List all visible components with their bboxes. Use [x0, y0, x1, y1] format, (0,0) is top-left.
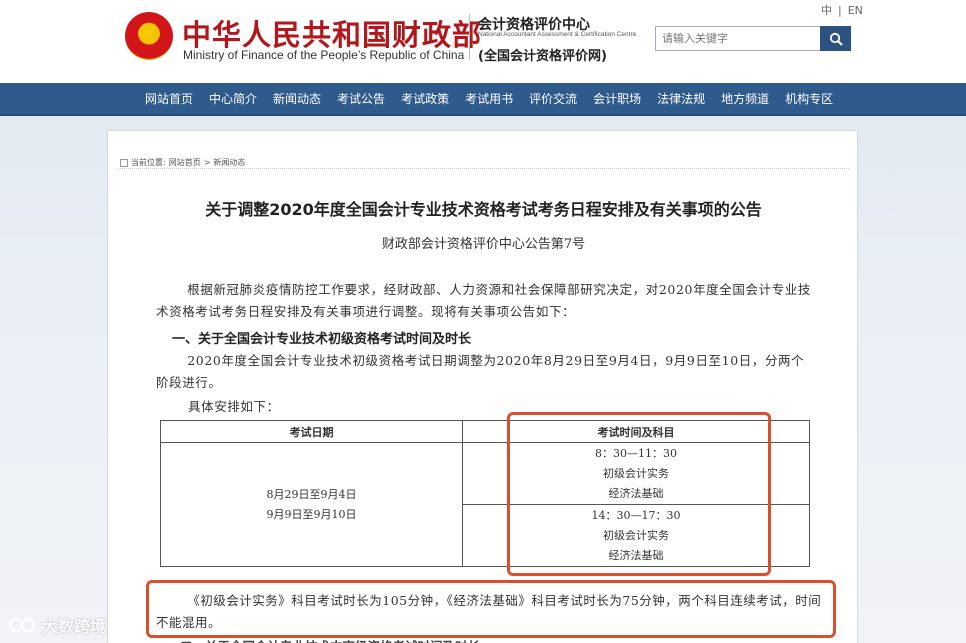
date-range-1: 8月29日至9月4日 [266, 487, 357, 501]
header-divider [469, 14, 470, 60]
site-header: 中 | EN ★ 中华人民共和国财政部 Ministry of Finance of… [0, 0, 966, 83]
watermark-text: 大数跨境 [42, 617, 107, 636]
language-switch: 中 | EN [818, 2, 866, 18]
breadcrumb-current[interactable]: 新闻动态 [213, 157, 245, 168]
nav-item-career[interactable]: 会计职场 [585, 83, 649, 116]
table-header-date: 考试日期 [160, 420, 463, 443]
nav-item-exam-policy[interactable]: 考试政策 [393, 83, 457, 116]
nav-item-exam-notices[interactable]: 考试公告 [329, 83, 393, 116]
nav-item-exam-books[interactable]: 考试用书 [457, 83, 521, 116]
date-range-2: 9月9日至9月10日 [266, 507, 357, 521]
lang-cn-link[interactable]: 中 [818, 4, 835, 17]
national-emblem-icon[interactable]: ★ [125, 12, 173, 60]
highlight-box-duration [146, 580, 836, 638]
search-input[interactable] [656, 27, 822, 50]
article-title: 关于调整2020年度全国会计专业技术资格考试考务日程安排及有关事项的公告 [205, 200, 762, 219]
nav-item-home[interactable]: 网站首页 [137, 83, 201, 116]
nav-item-about[interactable]: 中心简介 [201, 83, 265, 116]
article-intro: 根据新冠肺炎疫情防控工作要求，经财政部、人力资源和社会保障部研究决定，对2020… [156, 282, 811, 319]
main-nav: 网站首页 中心简介 新闻动态 考试公告 考试政策 考试用书 评价交流 会计职场 … [0, 83, 966, 116]
breadcrumb-divider [118, 168, 849, 169]
lang-en-link[interactable]: EN [845, 4, 866, 17]
nav-item-laws[interactable]: 法律法规 [649, 83, 713, 116]
table-cell-dates: 8月29日至9月4日 9月9日至9月10日 [160, 442, 463, 567]
nav-item-institutions[interactable]: 机构专区 [777, 83, 841, 116]
breadcrumb: 当前位置: 网站首页 > 新闻动态 [120, 157, 245, 168]
ministry-name-en: Ministry of Finance of the People’s Repu… [183, 48, 465, 62]
highlight-box-schedule [507, 412, 771, 576]
watermark: 大数跨境 [8, 613, 106, 637]
nav-item-exchange[interactable]: 评价交流 [521, 83, 585, 116]
nav-item-local[interactable]: 地方频道 [713, 83, 777, 116]
breadcrumb-label: 当前位置: [131, 158, 166, 167]
breadcrumb-home[interactable]: 网站首页 [169, 157, 201, 168]
next-section-heading: 二、关于全国会计专业技术中高级资格考试时间及时长 [180, 636, 680, 643]
breadcrumb-separator: > [203, 158, 211, 167]
nav-item-news[interactable]: 新闻动态 [265, 83, 329, 116]
location-icon [120, 158, 128, 167]
watermark-logo-icon [8, 617, 36, 633]
section1-paragraph: 2020年度全国会计专业技术初级资格考试日期调整为2020年8月29日至9月4日… [156, 353, 805, 390]
search-button[interactable] [820, 26, 851, 51]
center-name-en: National Accountant Assessment & Certifi… [478, 31, 637, 38]
search-icon [829, 32, 843, 46]
center-website-name: (全国会计资格评价网) [478, 49, 607, 64]
article-subtitle: 财政部会计资格评价中心公告第7号 [381, 237, 586, 252]
search-box [655, 26, 851, 51]
lang-separator: | [838, 4, 842, 17]
section1-heading: 一、关于全国会计专业技术初级资格考试时间及时长 [172, 332, 472, 347]
